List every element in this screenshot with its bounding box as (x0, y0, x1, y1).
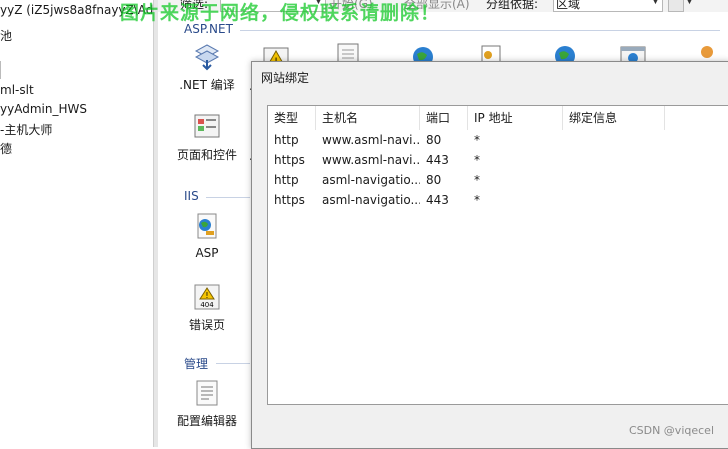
config-editor-icon (192, 378, 222, 408)
group-title-iis: IIS (184, 189, 199, 203)
cell-ip: * (474, 133, 480, 147)
svg-text:!: ! (205, 291, 208, 300)
group-by-label: 分组依据: (486, 0, 539, 11)
group-title-manage: 管理 (184, 357, 209, 371)
tree-item-site-4[interactable]: 德 (0, 140, 12, 157)
cell-type: https (274, 193, 305, 207)
table-row[interactable]: http asml-navigatio... 80 * (268, 170, 728, 190)
column-header-port[interactable]: 端口 (420, 106, 468, 130)
pages-controls-icon (192, 112, 222, 142)
cell-ip: * (474, 193, 480, 207)
feature-label: ASP (195, 246, 219, 260)
chevron-down-icon[interactable]: ▼ (686, 0, 693, 6)
view-mode-icon[interactable] (668, 0, 684, 12)
group-by-value: 区域 (556, 0, 581, 11)
group-divider (206, 197, 250, 198)
cell-port: 443 (426, 193, 449, 207)
group-divider (216, 363, 250, 364)
asp-icon (192, 212, 222, 242)
cell-port: 80 (426, 133, 442, 147)
column-header-binding-info[interactable]: 绑定信息 (563, 106, 665, 130)
cell-binding-info (563, 130, 665, 150)
column-header-hostname[interactable]: 主机名 (316, 106, 420, 130)
cell-type: http (274, 133, 299, 147)
cell-type: http (274, 173, 299, 187)
group-by-select[interactable]: 区域 (553, 0, 663, 12)
chevron-down-icon[interactable]: ▼ (652, 0, 659, 6)
site-bindings-dialog: 网站绑定 类型 主机名 端口 IP 地址 绑定信息 http www.asml-… (251, 61, 728, 449)
credit-text: CSDN @viqecel (628, 424, 714, 437)
column-header-type[interactable]: 类型 (268, 106, 316, 130)
error-page-icon: ! 404 (192, 282, 222, 312)
cell-binding-info (563, 150, 665, 170)
bindings-list[interactable]: 类型 主机名 端口 IP 地址 绑定信息 http www.asml-navi.… (267, 105, 728, 405)
feature-label: .NET 编译 (179, 78, 235, 92)
cell-type: https (274, 153, 305, 167)
svg-text:404: 404 (200, 301, 214, 309)
cell-binding-info (563, 170, 665, 190)
table-row[interactable]: https asml-navigatio... 443 * (268, 190, 728, 210)
cell-hostname: asml-navigatio... (322, 193, 420, 207)
feature-asp[interactable]: ASP (172, 212, 242, 260)
cell-hostname: www.asml-navi... (322, 153, 420, 167)
feature-label: 配置编辑器 (176, 414, 237, 428)
watermark-text: 图片来源于网络，侵权联系请删除！ (120, 2, 441, 24)
feature-error-pages[interactable]: ! 404 错误页 (172, 282, 242, 333)
cell-hostname: www.asml-navi... (322, 133, 420, 147)
compile-icon (192, 42, 222, 72)
column-header-ip-address[interactable]: IP 地址 (468, 106, 563, 130)
connections-tree: yyZ (iZ5jws8a8fnayyZ\Admin 池 ml-slt yyAd… (0, 0, 153, 447)
cell-binding-info (563, 190, 665, 210)
table-row[interactable]: https www.asml-navi... 443 * (268, 150, 728, 170)
cell-hostname: asml-navigatio... (322, 173, 420, 187)
tree-expander[interactable] (0, 61, 7, 79)
feature-pages-controls[interactable]: 页面和控件 (172, 112, 242, 163)
tree-item-site-1[interactable]: ml-slt (0, 83, 34, 97)
tree-item-site-2[interactable]: yyAdmin_HWS (0, 102, 87, 116)
cell-ip: * (474, 153, 480, 167)
cell-ip: * (474, 173, 480, 187)
feature-label: 错误页 (188, 318, 225, 332)
feature-config-editor[interactable]: 配置编辑器 (172, 378, 242, 429)
tree-item-site-3[interactable]: -主机大师 (0, 121, 52, 138)
cell-port: 80 (426, 173, 442, 187)
group-divider (240, 30, 720, 31)
feature-net-compile[interactable]: .NET 编译 (172, 42, 242, 93)
table-row[interactable]: http www.asml-navi... 80 * (268, 130, 728, 150)
feature-label: 页面和控件 (176, 148, 237, 162)
dialog-title: 网站绑定 (261, 71, 310, 85)
cell-port: 443 (426, 153, 449, 167)
tree-item-app-pools[interactable]: 池 (0, 27, 12, 44)
